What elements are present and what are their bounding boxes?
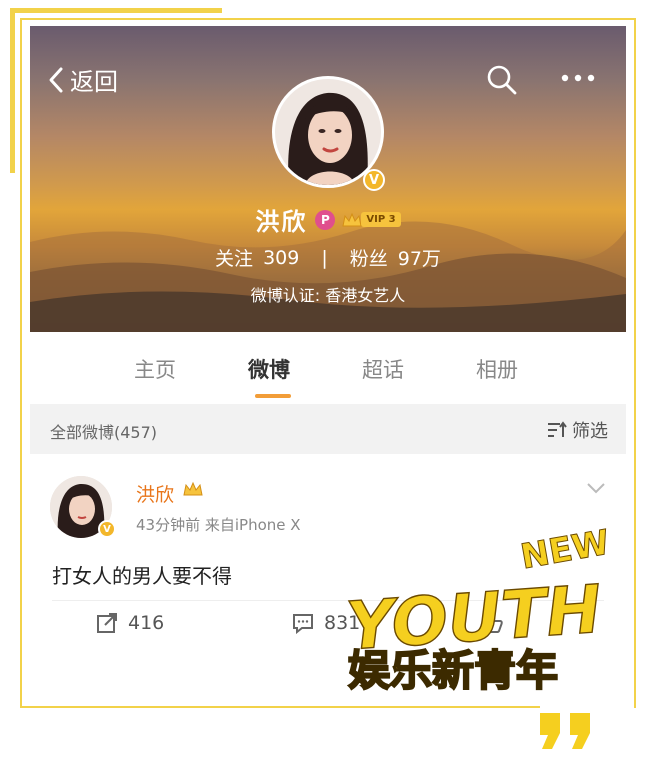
- youth-logo-watermark: NEW YOUTH 娱乐新青年: [343, 522, 613, 749]
- frame-border: [20, 18, 636, 20]
- active-tab-indicator: [255, 394, 291, 398]
- frame-border: [634, 18, 636, 708]
- vip-level: VIP 3: [361, 212, 401, 227]
- followers-count[interactable]: 97万: [398, 244, 441, 271]
- profile-name-row: 洪欣 P VIP 3: [30, 202, 626, 237]
- search-icon[interactable]: [486, 64, 518, 96]
- chevron-down-icon[interactable]: [586, 482, 606, 494]
- p-badge[interactable]: P: [315, 209, 336, 230]
- avatar-portrait: [275, 79, 381, 185]
- svg-text:娱乐新青年: 娱乐新青年: [348, 646, 558, 695]
- following-label[interactable]: 关注: [215, 244, 253, 271]
- post-text: 打女人的男人要不得: [52, 564, 232, 588]
- frame-accent: [10, 8, 222, 13]
- quote-icon: [540, 713, 590, 749]
- post-meta: 43分钟前 来自iPhone X: [136, 516, 301, 534]
- profile-stats: 关注 309 | 粉丝 97万: [30, 244, 626, 271]
- frame-border: [20, 18, 22, 708]
- tab-home[interactable]: 主页: [134, 354, 176, 384]
- filter-icon: [548, 421, 567, 437]
- vip-crown-icon: [183, 481, 203, 496]
- filter-bar: 全部微博(457) 筛选: [30, 404, 626, 454]
- followers-label[interactable]: 粉丝: [350, 244, 388, 271]
- profile-name: 洪欣: [255, 208, 308, 236]
- repost-button[interactable]: 416: [96, 612, 164, 634]
- frame-accent: [10, 8, 15, 173]
- tab-weibo[interactable]: 微博: [248, 354, 290, 384]
- following-count[interactable]: 309: [263, 247, 299, 269]
- svg-text:NEW: NEW: [518, 523, 613, 578]
- repost-count: 416: [128, 612, 165, 634]
- filter-label: 筛选: [572, 421, 608, 442]
- back-chevron-icon: [49, 67, 63, 92]
- back-button[interactable]: 返回: [48, 62, 118, 97]
- back-label: 返回: [70, 68, 118, 96]
- more-icon[interactable]: [560, 72, 596, 84]
- stats-separator: |: [321, 246, 328, 269]
- verified-badge: V: [363, 169, 385, 191]
- all-posts-count[interactable]: 全部微博(457): [50, 419, 157, 443]
- vip-crown-icon: [342, 212, 362, 226]
- profile-tabs: 主页 微博 超话 相册: [30, 332, 626, 402]
- filter-button[interactable]: 筛选: [546, 417, 608, 443]
- profile-header: 返回 V 洪欣 P VIP 3 关注 309 | 粉丝 97万 微博认证: 香港…: [30, 26, 626, 332]
- post-verified-badge: V: [98, 520, 116, 538]
- post-author-name[interactable]: 洪欣: [136, 480, 174, 507]
- tab-album[interactable]: 相册: [476, 354, 518, 384]
- tab-super-topic[interactable]: 超话: [362, 354, 404, 384]
- comment-icon: [293, 614, 313, 634]
- verification-text: 微博认证: 香港女艺人: [250, 286, 406, 305]
- vip-badge[interactable]: VIP 3: [341, 211, 401, 229]
- repost-icon: [97, 613, 117, 633]
